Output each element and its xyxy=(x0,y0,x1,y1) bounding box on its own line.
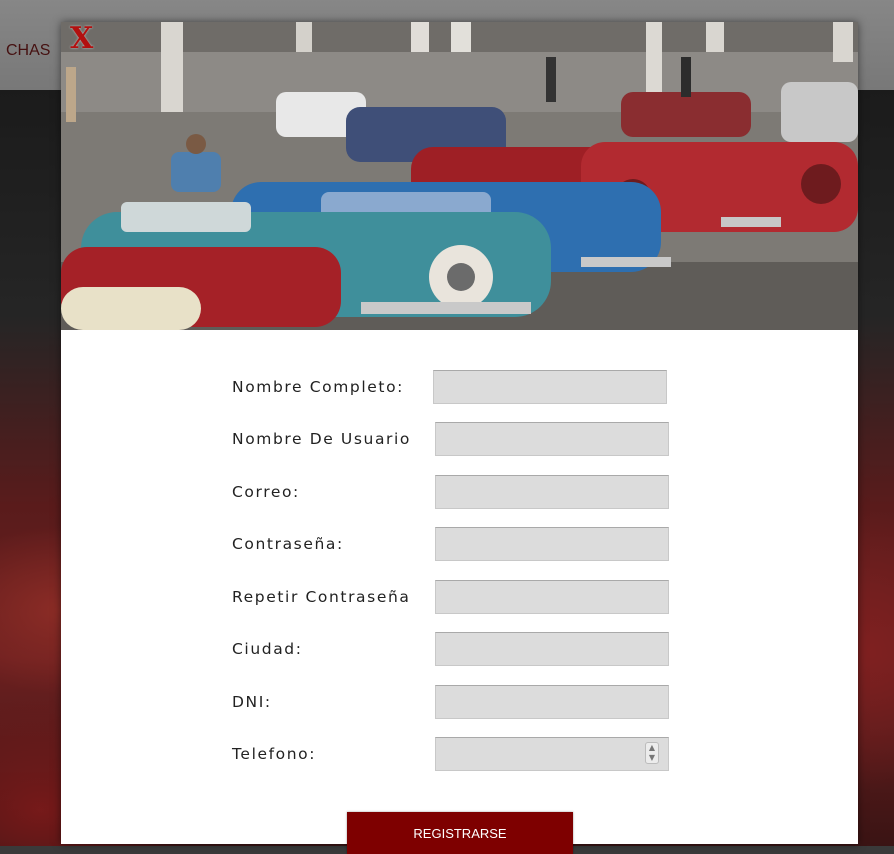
telefono-label: Telefono: xyxy=(232,745,317,763)
correo-input[interactable] xyxy=(435,475,669,509)
hero-image xyxy=(61,22,858,330)
form-row-correo: Correo: xyxy=(231,475,671,511)
telefono-input[interactable] xyxy=(435,737,669,771)
nombre-completo-label: Nombre Completo: xyxy=(232,378,404,396)
classic-cars-photo xyxy=(61,22,858,330)
repetir-contrasena-input[interactable] xyxy=(435,580,669,614)
contrasena-input[interactable] xyxy=(435,527,669,561)
dni-input[interactable] xyxy=(435,685,669,719)
close-icon[interactable]: X xyxy=(70,24,93,54)
form-row-contrasena: Contraseña: xyxy=(231,527,671,563)
form-row-dni: DNI: xyxy=(231,685,671,721)
registrarse-button[interactable]: REGISTRARSE xyxy=(347,812,573,854)
form-row-nombre-completo: Nombre Completo: xyxy=(231,370,671,406)
nombre-usuario-input[interactable] xyxy=(435,422,669,456)
nombre-completo-input[interactable] xyxy=(433,370,667,404)
number-spinner-icon[interactable]: ▲ ▼ xyxy=(645,742,659,764)
registration-form: Nombre Completo: Nombre De Usuario Corre… xyxy=(61,330,858,854)
nombre-usuario-label: Nombre De Usuario xyxy=(232,430,412,448)
repetir-contrasena-label: Repetir Contraseña xyxy=(232,588,411,606)
correo-label: Correo: xyxy=(232,483,300,501)
ciudad-input[interactable] xyxy=(435,632,669,666)
ciudad-label: Ciudad: xyxy=(232,640,303,658)
contrasena-label: Contraseña: xyxy=(232,535,344,553)
form-row-repetir-contrasena: Repetir Contraseña xyxy=(231,580,671,616)
form-row-nombre-usuario: Nombre De Usuario xyxy=(231,422,671,458)
form-row-telefono: Telefono: ▲ ▼ xyxy=(231,737,671,773)
form-row-ciudad: Ciudad: xyxy=(231,632,671,668)
register-modal: Nombre Completo: Nombre De Usuario Corre… xyxy=(61,22,858,854)
dni-label: DNI: xyxy=(232,693,272,711)
